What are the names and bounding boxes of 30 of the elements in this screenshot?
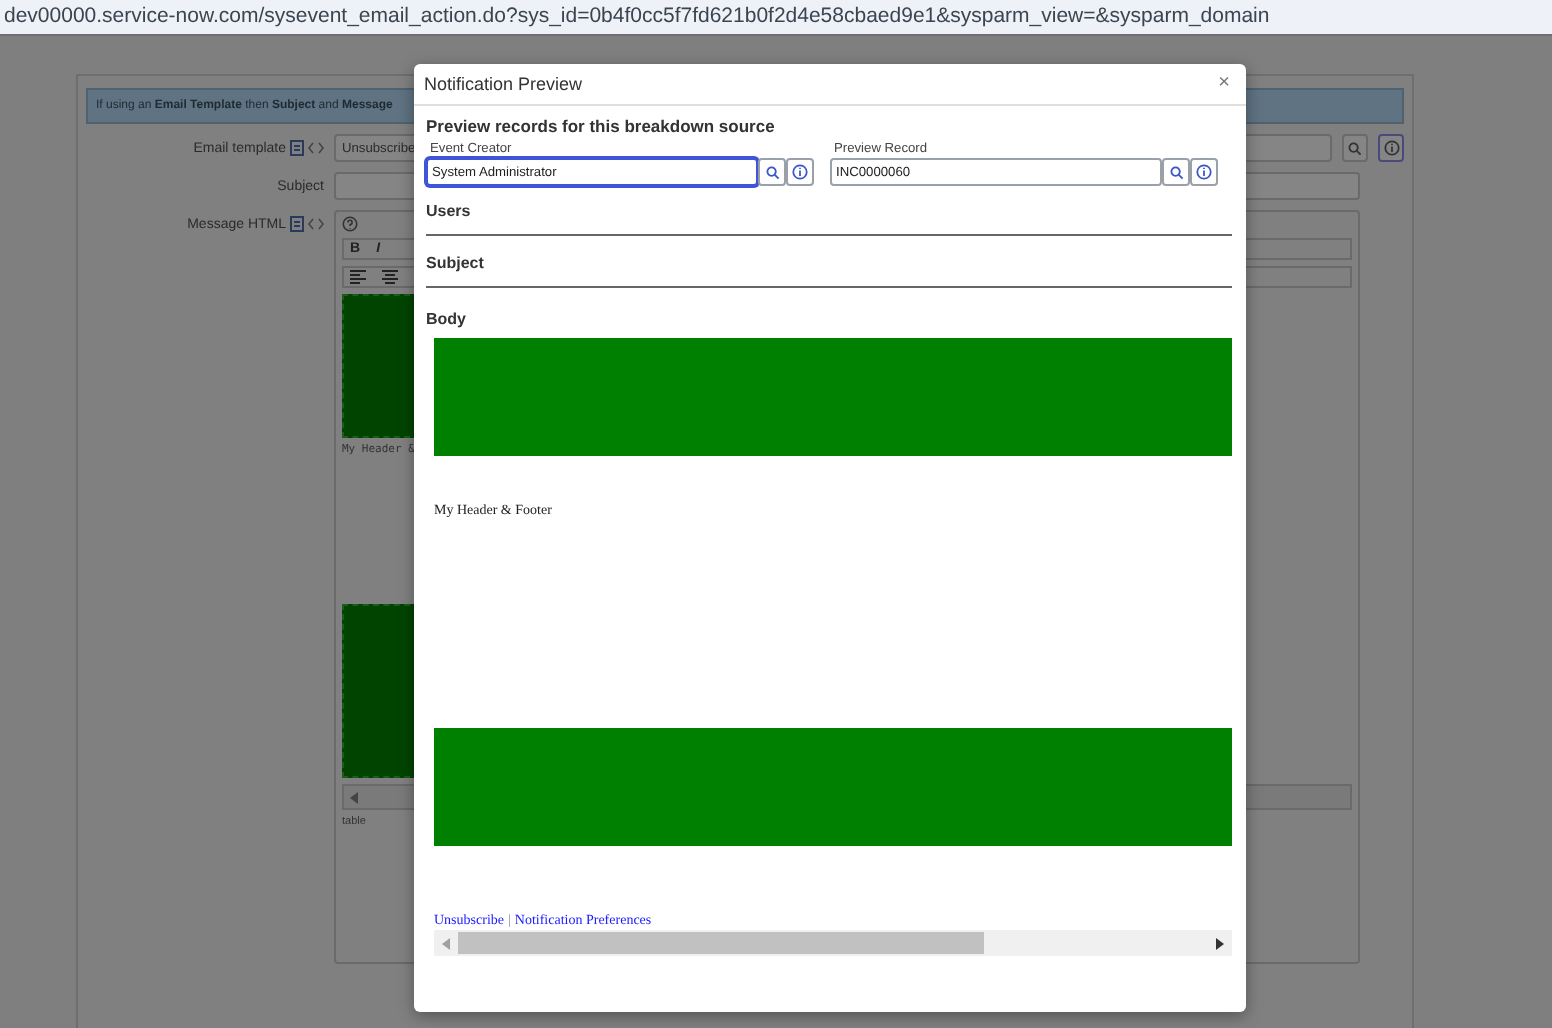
section-heading: Preview records for this breakdown source — [426, 116, 777, 136]
info-button[interactable] — [1378, 134, 1404, 162]
info-icon — [1196, 164, 1212, 180]
section-title: Body — [426, 310, 468, 328]
horizontal-scrollbar[interactable] — [434, 930, 1232, 956]
lookup-button[interactable] — [758, 158, 786, 186]
right-arrow-icon[interactable] — [1216, 937, 1224, 949]
section-title: Users — [426, 202, 473, 220]
info-button[interactable] — [1190, 158, 1218, 186]
left-arrow-icon[interactable] — [350, 791, 358, 803]
info-button[interactable] — [786, 158, 814, 186]
scrollbar-thumb[interactable] — [458, 932, 984, 954]
lookup-button[interactable] — [1342, 134, 1368, 162]
help-icon[interactable] — [342, 216, 358, 232]
search-icon — [765, 165, 779, 179]
lookup-button[interactable] — [1162, 158, 1190, 186]
section-title: Subject — [426, 254, 486, 272]
code-icon — [308, 142, 324, 154]
search-icon — [1348, 141, 1362, 155]
search-icon — [1169, 165, 1183, 179]
document-icon — [290, 140, 304, 156]
document-icon — [290, 216, 304, 232]
dialog-title: Notification Preview — [424, 74, 583, 94]
info-icon — [1383, 140, 1399, 156]
code-icon — [308, 218, 324, 230]
align-left-icon[interactable] — [350, 270, 366, 284]
left-arrow-icon[interactable] — [442, 937, 450, 949]
info-icon — [792, 164, 808, 180]
close-button[interactable]: × — [1218, 74, 1230, 94]
align-center-icon[interactable] — [382, 270, 398, 284]
